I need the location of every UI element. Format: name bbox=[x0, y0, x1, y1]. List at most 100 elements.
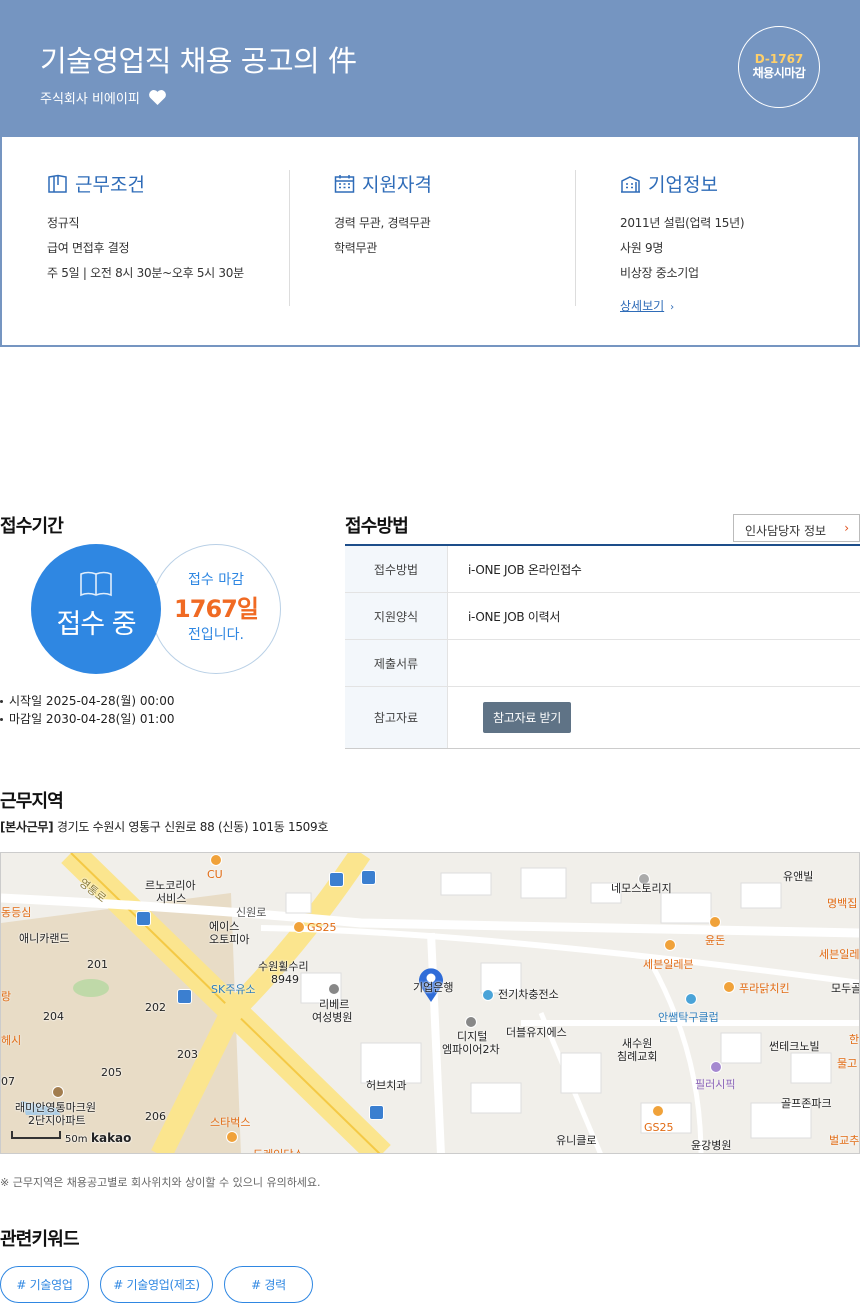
scale-bar bbox=[11, 1131, 61, 1139]
map-label: 명백집 bbox=[827, 897, 858, 910]
map-label: 래미안영통마크원 bbox=[15, 1101, 96, 1114]
map-label: 윤돈 bbox=[705, 934, 726, 947]
map-label: 세븐일레 bbox=[819, 948, 860, 961]
map-label: 201 bbox=[87, 958, 108, 971]
table-row: 제출서류 bbox=[345, 640, 860, 687]
map-label: 필러시픽 bbox=[695, 1078, 736, 1091]
company-detail-link[interactable]: 상세보기 › bbox=[620, 297, 674, 314]
map-label: 203 bbox=[177, 1048, 198, 1061]
row-label: 지원양식 bbox=[345, 593, 448, 639]
map-label: 썬테크노빌 bbox=[769, 1040, 820, 1053]
map-label: SK주유소 bbox=[211, 983, 256, 996]
hr-contact-label: 인사담당자 정보 bbox=[745, 524, 827, 538]
cafe-icon bbox=[226, 1131, 238, 1143]
download-reference-button[interactable]: 참고자료 받기 bbox=[483, 702, 571, 733]
employee-count: 사원 9명 bbox=[620, 241, 664, 255]
keyword-list: # 기술영업 # 기술영업(제조) # 경력 bbox=[0, 1266, 313, 1303]
map-label: 202 bbox=[145, 1001, 166, 1014]
founded-year: 2011년 설립(업력 15년) bbox=[620, 216, 745, 230]
apply-table: 접수방법 i-ONE JOB 온라인접수 지원양식 i-ONE JOB 이력서 … bbox=[345, 544, 860, 749]
bus-stop-icon bbox=[329, 872, 344, 887]
map-label: 수원휠수리 bbox=[258, 960, 309, 973]
store-icon bbox=[664, 939, 676, 951]
company-name[interactable]: 주식회사 비에이피 bbox=[40, 88, 140, 107]
remaining-suffix: 전입니다. bbox=[188, 627, 244, 643]
map-label: 한 bbox=[849, 1033, 860, 1046]
row-label: 접수방법 bbox=[345, 546, 448, 592]
bus-stop-icon bbox=[177, 989, 192, 1004]
keyword-tag[interactable]: # 기술영업 bbox=[0, 1266, 89, 1303]
qualifications-title: 지원자격 bbox=[362, 174, 432, 196]
map-label: 애니카랜드 bbox=[19, 932, 70, 945]
period-title: 접수기간 bbox=[0, 516, 64, 537]
chevron-right-icon: › bbox=[670, 302, 675, 313]
map-label: 기업은행 bbox=[413, 981, 454, 994]
bus-stop-icon bbox=[136, 911, 151, 926]
keywords-title: 관련키워드 bbox=[0, 1229, 80, 1250]
map-label: 벌교추 bbox=[829, 1134, 860, 1147]
company-info-heading: 기업정보 bbox=[620, 170, 860, 197]
company-info: 기업정보 2011년 설립(업력 15년) 사원 9명 비상장 중소기업 상세보… bbox=[575, 170, 860, 313]
pharmacy-icon bbox=[710, 1061, 722, 1073]
map-label: 리베르 bbox=[319, 998, 350, 1011]
map-label: 디지털 bbox=[457, 1030, 488, 1043]
start-date: 시작일 2025-04-28(월) 00:00 bbox=[0, 692, 174, 710]
map-label: 오토피아 bbox=[209, 933, 250, 946]
map-label: 안쌤탁구클럽 bbox=[658, 1011, 719, 1024]
address-tag: [본사근무] bbox=[0, 820, 54, 834]
building-icon bbox=[465, 1016, 477, 1028]
scale-label: 50m bbox=[65, 1134, 88, 1145]
hr-contact-button[interactable]: 인사담당자 정보 › bbox=[733, 514, 860, 542]
hospital-icon bbox=[328, 983, 340, 995]
map-label: 유앤빌 bbox=[783, 870, 814, 883]
job-summary-panel: 근무조건 정규직 급여 면접후 결정 주 5일 | 오전 8시 30분~오후 5… bbox=[0, 137, 860, 347]
row-label: 참고자료 bbox=[345, 687, 448, 748]
building-icon bbox=[621, 176, 640, 193]
apply-title: 접수방법 bbox=[345, 516, 409, 537]
company-type: 비상장 중소기업 bbox=[620, 266, 699, 280]
map-label: 8949 bbox=[271, 973, 299, 986]
dday-count: D-1767 bbox=[754, 52, 804, 66]
remaining-days: 1767일 bbox=[174, 595, 259, 623]
bus-stop-icon bbox=[361, 870, 376, 885]
map-label: 침례교회 bbox=[617, 1050, 658, 1063]
heart-icon[interactable] bbox=[148, 89, 167, 106]
map-label: 동등심 bbox=[1, 906, 32, 919]
end-date: 마감일 2030-04-28(일) 01:00 bbox=[0, 710, 174, 728]
work-address: [본사근무] 경기도 수원시 영통구 신원로 88 (신동) 101동 1509… bbox=[0, 818, 328, 835]
kakao-logo[interactable]: kakao bbox=[91, 1132, 131, 1144]
map-label: 허브치과 bbox=[366, 1079, 407, 1092]
chevron-right-icon: › bbox=[844, 521, 849, 535]
keyword-tag[interactable]: # 경력 bbox=[224, 1266, 313, 1303]
job-title: 기술영업직 채용 공고의 件 bbox=[40, 44, 357, 78]
map-label: 르노코리아 bbox=[145, 879, 196, 892]
keyword-tag[interactable]: # 기술영업(제조) bbox=[100, 1266, 213, 1303]
map-label: 204 bbox=[43, 1010, 64, 1023]
bus-stop-icon bbox=[369, 1105, 384, 1120]
map-label: 도레인당스 bbox=[253, 1146, 304, 1153]
book-icon bbox=[48, 174, 67, 193]
map-label: 스타벅스 bbox=[210, 1116, 251, 1129]
location-notice: ※ 근무지역은 채용공고별로 회사위치와 상이할 수 있으니 유의하세요. bbox=[0, 1176, 321, 1189]
map-label: GS25 bbox=[307, 921, 337, 934]
open-book-icon bbox=[80, 571, 112, 597]
period-dates: 시작일 2025-04-28(월) 00:00 마감일 2030-04-28(일… bbox=[0, 692, 174, 728]
calendar-icon bbox=[334, 175, 355, 193]
map-label: 윤강병원 bbox=[691, 1139, 732, 1152]
company-name-row: 주식회사 비에이피 bbox=[40, 88, 167, 107]
row-value bbox=[448, 640, 860, 686]
map-label: 전기차충전소 bbox=[498, 988, 559, 1001]
location-title: 근무지역 bbox=[0, 791, 64, 812]
map-label: 신원로 bbox=[236, 906, 267, 919]
apartment-icon bbox=[52, 1086, 64, 1098]
row-value: 참고자료 받기 bbox=[448, 687, 860, 748]
location-map[interactable]: CU 르노코리아 서비스 영통로 신원로 애니카랜드 에이스 오토피아 GS25… bbox=[0, 852, 860, 1154]
company-info-title: 기업정보 bbox=[648, 174, 718, 196]
map-label: 세븐일레븐 bbox=[643, 958, 694, 971]
map-roads bbox=[1, 853, 859, 1153]
remaining-days-circle: 접수 마감 1767일 전입니다. bbox=[151, 544, 281, 674]
row-label: 제출서류 bbox=[345, 640, 448, 686]
address-text: 경기도 수원시 영통구 신원로 88 (신동) 101동 1509호 bbox=[56, 820, 329, 834]
map-label: 유니클로 bbox=[556, 1134, 597, 1147]
map-label: 물고 bbox=[837, 1057, 858, 1070]
